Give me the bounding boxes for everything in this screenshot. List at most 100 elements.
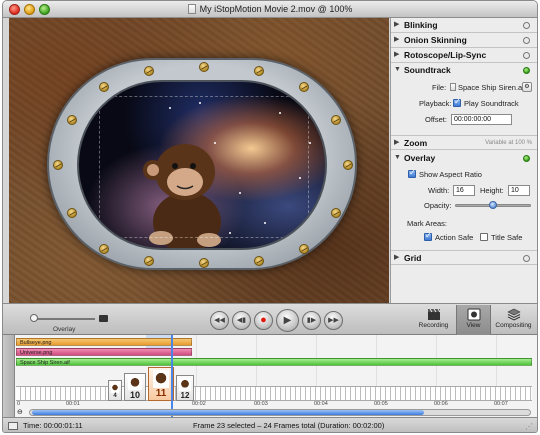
section-soundtrack[interactable]: ▼ Soundtrack — [391, 63, 537, 78]
height-label: Height: — [480, 186, 504, 195]
opacity-label: Opacity: — [424, 201, 452, 210]
ruler-tick: 00:01 — [66, 401, 80, 407]
width-field[interactable]: 16 — [453, 185, 475, 196]
section-grid-label: Grid — [404, 253, 422, 263]
frame-strip[interactable] — [16, 386, 532, 401]
frame-thumb[interactable]: 4 — [108, 380, 122, 401]
disclosure-right-icon[interactable]: ▶ — [394, 251, 399, 265]
record-button[interactable]: ● — [254, 311, 273, 330]
grid-toggle[interactable] — [523, 255, 530, 262]
section-grid[interactable]: ▶ Grid — [391, 250, 537, 265]
offset-field[interactable]: 00:00:00:00 — [451, 114, 512, 125]
track-bullseye[interactable]: Bullseye.png — [16, 338, 192, 346]
title-safe-label: Title Safe — [491, 233, 523, 242]
frame-number: 10 — [129, 390, 140, 401]
show-aspect-checkbox[interactable] — [408, 168, 416, 178]
timeline-scroll-thumb[interactable] — [32, 410, 424, 415]
status-bar: Time: 00:00:01:11 Frame 23 selected – 24… — [3, 417, 537, 432]
recording-mode-label: Recording — [418, 322, 449, 329]
file-menu-button[interactable]: ⚙ — [522, 82, 532, 92]
rotoscope-toggle[interactable] — [523, 52, 530, 59]
section-onion-skinning[interactable]: ▶ Onion Skinning — [391, 33, 537, 48]
frame-thumb[interactable]: 12 — [176, 375, 194, 401]
zoom-note: Variable at 100 % — [485, 140, 532, 146]
porthole-frame — [47, 58, 357, 270]
blinking-toggle[interactable] — [523, 22, 530, 29]
height-field[interactable]: 10 — [508, 185, 530, 196]
ruler-tick: 00:03 — [254, 401, 268, 407]
window-title-wrap: My iStopMotion Movie 2.mov @ 100% — [3, 4, 537, 14]
eye-view-icon — [467, 308, 480, 321]
section-overlay[interactable]: ▼ Overlay — [391, 151, 537, 166]
zoom-timeline-icon[interactable]: ⊖ — [17, 408, 23, 416]
play-button[interactable]: ▶ — [276, 309, 299, 332]
layers-icon — [506, 308, 521, 321]
section-overlay-label: Overlay — [404, 153, 436, 163]
camera-icon — [99, 315, 108, 322]
frame-info: Frame 23 selected – 24 Frames total (Dur… — [193, 421, 385, 430]
compositing-mode-label: Compositing — [495, 322, 532, 329]
action-safe-checkbox[interactable] — [424, 231, 432, 241]
frame-number: 12 — [180, 391, 190, 401]
section-soundtrack-label: Soundtrack — [404, 65, 451, 75]
file-label: File: — [432, 83, 447, 92]
section-zoom-label: Zoom — [404, 138, 428, 148]
time-ruler: 0 00:01 00:02 00:03 00:04 00:05 00:06 00… — [16, 401, 532, 408]
disclosure-down-icon[interactable]: ▼ — [394, 151, 401, 165]
action-safe-label: Action Safe — [435, 233, 474, 242]
timeline[interactable]: Bullseye.png Universe.png Space Ship Sir… — [3, 335, 537, 417]
overlay-opacity-slider[interactable] — [35, 318, 95, 320]
ruler-tick: 00:06 — [434, 401, 448, 407]
ruler-tick: 0 — [17, 401, 21, 407]
track-soundtrack[interactable]: Space Ship Siren.aif — [16, 358, 532, 366]
frame-thumb[interactable]: 10 — [124, 373, 146, 401]
play-soundtrack-checkbox[interactable] — [453, 97, 461, 107]
title-bar: My iStopMotion Movie 2.mov @ 100% — [3, 1, 537, 18]
timeline-scrollbar[interactable] — [29, 409, 531, 416]
step-forward-button[interactable]: ▮▶ — [302, 311, 321, 330]
disclosure-right-icon[interactable]: ▶ — [394, 33, 399, 47]
soundtrack-file: Space Ship Siren.aif — [458, 83, 526, 92]
clapperboard-icon — [427, 308, 440, 320]
time-readout: Time: 00:00:01:11 — [23, 421, 83, 430]
ruler-tick: 00:07 — [494, 401, 508, 407]
timecode-toggle-icon[interactable] — [8, 422, 18, 430]
show-aspect-label: Show Aspect Ratio — [419, 170, 482, 179]
section-rotoscope[interactable]: ▶ Rotoscope/Lip-Sync — [391, 48, 537, 63]
track-universe[interactable]: Universe.png — [16, 348, 192, 356]
overlay-toggle[interactable] — [523, 155, 530, 162]
view-mode-label: View — [466, 322, 481, 329]
ruler-tick: 00:05 — [374, 401, 388, 407]
inspector-panel: ▶ Blinking ▶ Onion Skinning ▶ Rotoscope/… — [390, 18, 537, 303]
resize-grip-icon[interactable]: ⋰ — [525, 419, 533, 432]
soundtrack-toggle[interactable] — [523, 67, 530, 74]
section-rotoscope-label: Rotoscope/Lip-Sync — [404, 50, 487, 60]
disclosure-right-icon[interactable]: ▶ — [394, 136, 399, 150]
view-mode-button[interactable]: View — [456, 305, 491, 335]
opacity-slider-knob[interactable] — [489, 201, 497, 209]
go-to-end-button[interactable]: ▶▶ — [324, 311, 343, 330]
section-zoom[interactable]: ▶ Zoom Variable at 100 % — [391, 135, 537, 150]
step-back-button[interactable]: ◀▮ — [232, 311, 251, 330]
onion-toggle[interactable] — [523, 37, 530, 44]
disclosure-down-icon[interactable]: ▼ — [394, 63, 401, 77]
recording-mode-button[interactable]: Recording — [411, 305, 456, 335]
disclosure-right-icon[interactable]: ▶ — [394, 18, 399, 32]
document-icon — [187, 4, 196, 14]
title-safe-guide — [99, 96, 309, 238]
overlay-opacity-knob[interactable] — [30, 314, 38, 322]
play-soundtrack-label: Play Soundtrack — [464, 99, 519, 108]
compositing-mode-button[interactable]: Compositing — [491, 305, 536, 335]
title-safe-checkbox[interactable] — [480, 233, 488, 241]
movie-viewer[interactable] — [9, 18, 389, 303]
window-title: My iStopMotion Movie 2.mov @ 100% — [199, 4, 353, 14]
section-blinking-label: Blinking — [404, 20, 438, 30]
section-onion-label: Onion Skinning — [404, 35, 467, 45]
ruler-tick: 00:04 — [314, 401, 328, 407]
mark-areas-label: Mark Areas: — [407, 219, 448, 228]
space-background — [77, 80, 327, 250]
disclosure-right-icon[interactable]: ▶ — [394, 48, 399, 62]
frame-number: 4 — [113, 393, 117, 400]
section-blinking[interactable]: ▶ Blinking — [391, 18, 537, 33]
go-to-start-button[interactable]: ◀◀ — [210, 311, 229, 330]
